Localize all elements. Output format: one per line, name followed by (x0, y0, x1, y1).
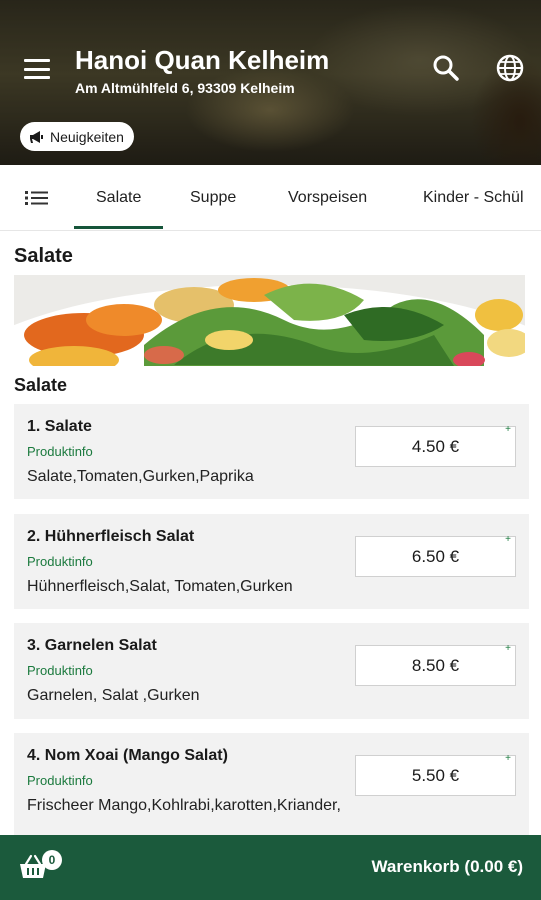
category-list-button[interactable] (24, 186, 50, 210)
section-title: Salate (14, 245, 73, 267)
subsection-title: Salate (14, 375, 68, 395)
product-description: Salate,Tomaten,Gurken,Paprika (27, 468, 254, 485)
menu-content[interactable]: Salate Salate 1. Salate Produktinfo Sala… (0, 231, 541, 835)
product-card: 3. Garnelen Salat Produktinfo Garnelen, … (14, 623, 529, 719)
plus-icon: + (505, 753, 511, 764)
add-to-cart-button[interactable]: 5.50 € + (355, 753, 516, 796)
product-card: 1. Salate Produktinfo Salate,Tomaten,Gur… (14, 404, 529, 499)
globe-icon (496, 54, 524, 82)
news-button[interactable]: Neuigkeiten (20, 122, 134, 151)
product-description: Garnelen, Salat ,Gurken (27, 687, 200, 704)
plus-icon: + (505, 534, 511, 545)
price-label: 6.50 € (411, 547, 460, 566)
plus-icon: + (505, 643, 511, 654)
cart-bar[interactable]: 0 Warenkorb (0.00 €) (0, 835, 541, 900)
search-icon (433, 55, 459, 81)
plus-icon: + (505, 424, 511, 435)
tab-vorspeisen[interactable]: Vorspeisen (288, 165, 367, 230)
add-to-cart-button[interactable]: 6.50 € + (355, 534, 516, 577)
product-info-link[interactable]: Produktinfo (27, 663, 93, 678)
product-name: 3. Garnelen Salat (27, 637, 157, 654)
cart-count-badge: 0 (42, 850, 62, 870)
restaurant-header: Hanoi Quan Kelheim Am Altmühlfeld 6, 933… (0, 0, 541, 165)
product-card: 2. Hühnerfleisch Salat Produktinfo Hühne… (14, 514, 529, 609)
hamburger-icon (24, 59, 50, 62)
menu-button[interactable] (22, 56, 52, 82)
product-description: Hühnerfleisch,Salat, Tomaten,Gurken (27, 578, 293, 595)
list-icon (25, 191, 48, 205)
add-to-cart-button[interactable]: 8.50 € + (355, 643, 516, 686)
tab-salate[interactable]: Salate (73, 165, 164, 230)
product-name: 1. Salate (27, 418, 92, 435)
product-info-link[interactable]: Produktinfo (27, 554, 93, 569)
product-name: 2. Hühnerfleisch Salat (27, 528, 195, 545)
price-label: 8.50 € (411, 656, 460, 675)
price-label: 4.50 € (411, 437, 460, 456)
product-name: 4. Nom Xoai (Mango Salat) (27, 747, 228, 764)
category-banner-image (14, 275, 525, 366)
news-label: Neuigkeiten (50, 128, 124, 145)
category-tabs: Salate Suppe Vorspeisen Kinder - Schül (0, 165, 541, 231)
product-info-link[interactable]: Produktinfo (27, 773, 93, 788)
search-button[interactable] (430, 52, 462, 84)
price-label: 5.50 € (411, 766, 460, 785)
restaurant-title: Hanoi Quan Kelheim (75, 45, 330, 75)
product-info-link[interactable]: Produktinfo (27, 444, 93, 459)
language-button[interactable] (494, 52, 526, 84)
product-description: Frischeer Mango,Kohlrabi,karotten,Kriand… (27, 797, 341, 814)
cart-total-label: Warenkorb (0.00 €) (371, 857, 523, 876)
restaurant-address: Am Altmühlfeld 6, 93309 Kelheim (75, 80, 295, 96)
megaphone-icon (30, 130, 43, 143)
product-card: 4. Nom Xoai (Mango Salat) Produktinfo Fr… (14, 733, 529, 835)
tab-suppe[interactable]: Suppe (190, 165, 236, 230)
add-to-cart-button[interactable]: 4.50 € + (355, 424, 516, 467)
tab-kinder[interactable]: Kinder - Schül (423, 165, 524, 230)
